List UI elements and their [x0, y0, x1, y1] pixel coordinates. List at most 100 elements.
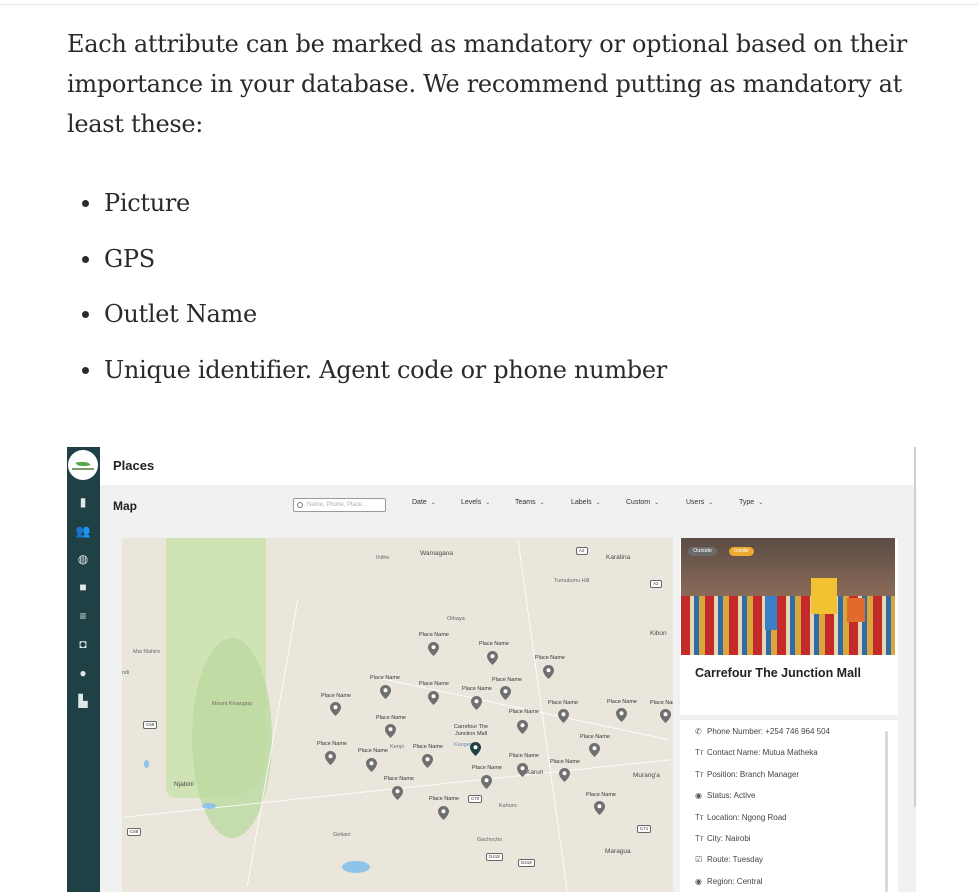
location-pin-icon[interactable]: ● [75, 665, 91, 681]
mandatory-attributes-list: Picture GPS Outlet Name Unique identifie… [67, 183, 667, 406]
road-number: A2 [576, 547, 588, 555]
filter-custom[interactable]: Custom ⌄ [626, 499, 659, 506]
road-number: C69 [143, 721, 158, 729]
map-label: Maragua [605, 848, 631, 855]
map-label: Gachocho [477, 837, 503, 843]
map-pin-icon[interactable] [422, 754, 433, 768]
pin-label: Place Name [492, 677, 522, 683]
page-title: Places [113, 458, 155, 473]
globe-icon[interactable]: ◍ [75, 551, 91, 567]
map-pin-icon[interactable] [517, 763, 528, 777]
camera-icon[interactable]: ◘ [75, 636, 91, 652]
tag-outside[interactable]: Outside [688, 547, 717, 556]
divider [680, 715, 898, 720]
selected-map-pin-icon[interactable] [470, 742, 481, 756]
attribute-position: Tт Position: Branch Manager [695, 770, 800, 779]
map-pin-icon[interactable] [471, 696, 482, 710]
map-pin-icon[interactable] [559, 768, 570, 782]
list-icon[interactable]: ≡ [75, 608, 91, 624]
text-icon: Tт [695, 748, 704, 757]
list-item: Outlet Name [67, 294, 667, 350]
filter-type[interactable]: Type ⌄ [739, 499, 763, 506]
map-pin-icon[interactable] [380, 685, 391, 699]
map-pin-icon[interactable] [543, 665, 554, 679]
attribute-city: Tт City: Nairobi [695, 834, 751, 843]
map-pin-icon[interactable] [616, 708, 627, 722]
map-label: ndi [122, 670, 130, 676]
pin-label: Place Name [607, 699, 637, 705]
app-logo[interactable] [68, 450, 98, 480]
water-body [144, 760, 149, 768]
map-pin-icon[interactable] [428, 691, 439, 705]
map-label: Mai Mahiro [133, 649, 161, 655]
pin-label: Place Name [384, 776, 414, 782]
pin-label: Place Name [580, 734, 610, 740]
map-label: Kenyi [390, 744, 404, 750]
map-view[interactable]: Ihithe Wamagana Karatina Tumutumu Hill O… [122, 538, 673, 892]
checkbox-icon: ☑ [695, 855, 703, 864]
road-number: D418 [518, 859, 535, 867]
chevron-down-icon: ⌄ [758, 500, 764, 506]
list-item: Picture [67, 183, 667, 239]
map-pin-icon[interactable] [500, 686, 511, 700]
buildings-icon[interactable]: ▙ [75, 693, 91, 709]
pin-label: Place Name [650, 700, 673, 706]
list-item: Unique identifier. Agent code or phone n… [67, 350, 667, 406]
map-pin-icon[interactable] [558, 709, 569, 723]
map-pin-icon[interactable] [330, 702, 341, 716]
road-number: C68 [127, 828, 142, 836]
attribute-route: ☑ Route: Tuesday [695, 855, 764, 864]
filter-teams[interactable]: Teams ⌄ [515, 499, 545, 506]
pin-label: Place Name [479, 641, 509, 647]
scrollbar[interactable] [885, 731, 888, 892]
map-pin-icon[interactable] [385, 724, 396, 738]
place-title: Carrefour The Junction Mall [695, 666, 861, 680]
bar-chart-icon[interactable]: ▮ [75, 494, 91, 510]
pin-label: Place Name [586, 792, 616, 798]
map-pin-icon[interactable] [660, 709, 671, 723]
pin-label: Place Name [419, 632, 449, 638]
list-item: GPS [67, 239, 667, 295]
users-icon[interactable]: 👥 [75, 523, 91, 539]
map-label: Karuri [526, 769, 544, 776]
map-pin-icon[interactable] [428, 642, 439, 656]
map-label: Getiani [333, 832, 351, 838]
map-pin-icon[interactable] [517, 720, 528, 734]
pin-label: Place Name [462, 686, 492, 692]
top-bar: Places [100, 447, 914, 485]
map-label: Kibon [650, 630, 667, 637]
phone-icon: ✆ [695, 727, 702, 736]
map-pin-icon[interactable] [366, 758, 377, 772]
pin-label: Place Name [370, 675, 400, 681]
road-number: A2 [650, 580, 662, 588]
water-body [202, 803, 216, 809]
chevron-down-icon: ⌄ [708, 500, 714, 506]
map-pin-icon[interactable] [325, 751, 336, 765]
filter-bar: Map Name, Phone, Place... Date ⌄ Levels ⌄ … [100, 485, 914, 527]
briefcase-icon[interactable]: ■ [75, 579, 91, 595]
pin-label: Place Name [550, 759, 580, 765]
map-pin-icon[interactable] [589, 743, 600, 757]
pin-label: Place Name [429, 796, 459, 802]
tag-inside[interactable]: Inside [729, 547, 754, 556]
filter-labels[interactable]: Labels ⌄ [571, 499, 601, 506]
map-pin-icon[interactable] [392, 786, 403, 800]
map-pin-icon[interactable] [438, 806, 449, 820]
map-label: Kahuro [499, 803, 517, 809]
road-number: D418 [486, 853, 503, 861]
chevron-down-icon: ⌄ [654, 500, 660, 506]
map-label: Tumutumu Hill [554, 578, 590, 584]
pin-label: Place Name [376, 715, 406, 721]
map-pin-icon[interactable] [594, 801, 605, 815]
pin-label: Place Name [509, 753, 539, 759]
chevron-down-icon: ⌄ [430, 500, 436, 506]
filter-users[interactable]: Users ⌄ [686, 499, 713, 506]
map-pin-icon[interactable] [487, 651, 498, 665]
map-pin-icon[interactable] [481, 775, 492, 789]
place-photo[interactable]: Outside Inside [681, 538, 895, 655]
filter-levels[interactable]: Levels ⌄ [461, 499, 490, 506]
search-input[interactable]: Name, Phone, Place... [293, 498, 386, 512]
selected-pin-label: Carrefour The Junction Mall [453, 724, 489, 737]
filter-date[interactable]: Date ⌄ [412, 499, 436, 506]
map-label: Ihithe [376, 555, 390, 561]
